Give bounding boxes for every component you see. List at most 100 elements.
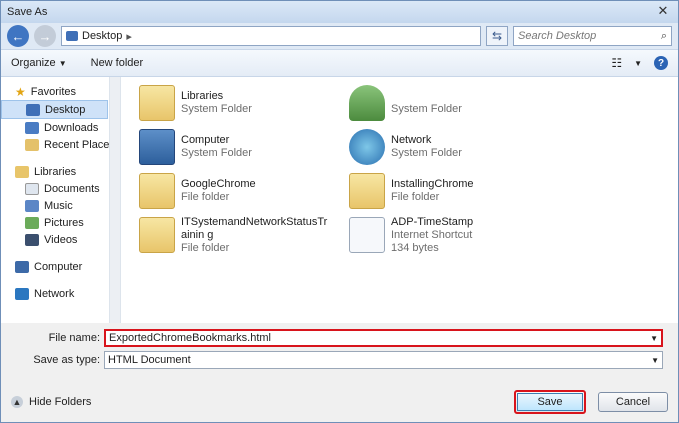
- sidebar-favorites[interactable]: ★ Favorites: [1, 83, 120, 100]
- file-type: Internet Shortcut: [391, 228, 473, 241]
- file-name-field[interactable]: ExportedChromeBookmarks.html ▼: [104, 329, 663, 347]
- folder-icon: [349, 173, 385, 209]
- file-item-googlechrome[interactable]: GoogleChrome File folder: [139, 169, 349, 213]
- sidebar-libraries[interactable]: Libraries: [1, 163, 120, 180]
- file-name: Libraries: [181, 90, 224, 102]
- file-type: System Folder: [391, 103, 462, 115]
- folder-icon: [139, 217, 175, 253]
- file-name: [391, 90, 462, 103]
- search-input[interactable]: Search Desktop ⌕: [513, 26, 672, 46]
- navigation-pane: ★ Favorites Desktop Downloads Recent Plac…: [1, 77, 121, 323]
- sidebar-item-label: Pictures: [44, 216, 84, 229]
- file-type: System Folder: [181, 103, 252, 115]
- save-button[interactable]: Save: [514, 390, 586, 414]
- chevron-up-icon: ▲: [11, 396, 23, 408]
- star-icon: ★: [15, 84, 26, 99]
- save-type-value: HTML Document: [108, 354, 191, 366]
- sidebar-computer[interactable]: Computer: [1, 258, 120, 275]
- chevron-down-icon[interactable]: ▼: [650, 334, 658, 343]
- file-item-computer[interactable]: Computer System Folder: [139, 125, 349, 169]
- file-name-label: File name:: [48, 332, 100, 344]
- organize-label: Organize: [11, 57, 56, 69]
- file-name: ADP-TimeStamp: [391, 215, 474, 228]
- file-item-itsystem[interactable]: ITSystemandNetworkStatusTrainin g File fo…: [139, 213, 349, 257]
- computer-icon: [139, 129, 175, 165]
- network-icon: [349, 129, 385, 165]
- file-name: ITSystemandNetworkStatusTrainin g: [181, 215, 328, 241]
- libraries-icon: [15, 165, 29, 178]
- sidebar-item-label: Documents: [44, 182, 100, 195]
- cancel-button[interactable]: Cancel: [598, 392, 668, 412]
- help-icon[interactable]: ?: [654, 56, 668, 70]
- sidebar-scrollbar[interactable]: [109, 77, 120, 323]
- libraries-icon: [139, 85, 175, 121]
- view-options-icon[interactable]: ☷: [611, 56, 622, 70]
- file-list: Libraries System Folder System Folder Com…: [121, 77, 678, 323]
- sidebar-favorites-label: Favorites: [30, 85, 77, 98]
- save-type-select[interactable]: HTML Document ▼: [104, 351, 663, 369]
- sidebar-item-label: Downloads: [44, 121, 99, 134]
- toolbar: Organize ▼ New folder ☷ ▼ ?: [1, 49, 678, 77]
- pictures-icon: [25, 216, 39, 229]
- sidebar-libraries-label: Libraries: [34, 165, 77, 178]
- refresh-button[interactable]: ⇆: [486, 26, 508, 46]
- close-button[interactable]: ✕: [653, 3, 673, 19]
- content-area: ★ Favorites Desktop Downloads Recent Plac…: [1, 77, 678, 323]
- breadcrumb-arrow-icon[interactable]: ▸: [126, 30, 132, 43]
- save-form: File name: ExportedChromeBookmarks.html …: [1, 323, 678, 371]
- file-item-user[interactable]: System Folder: [349, 81, 559, 125]
- downloads-icon: [25, 121, 39, 134]
- back-arrow-icon: ←: [11, 28, 25, 44]
- sidebar-item-downloads[interactable]: Downloads: [1, 119, 120, 136]
- save-label: Save: [537, 396, 563, 408]
- file-size: 134 bytes: [391, 241, 439, 254]
- file-type: File folder: [181, 191, 230, 203]
- forward-button[interactable]: →: [34, 25, 56, 47]
- file-name: GoogleChrome: [181, 178, 256, 190]
- recent-places-icon: [25, 138, 39, 151]
- view-dropdown-icon[interactable]: ▼: [634, 59, 642, 68]
- sidebar-network-label: Network: [34, 287, 75, 300]
- refresh-icon: ⇆: [491, 29, 503, 43]
- sidebar-item-recent-places[interactable]: Recent Places: [1, 136, 120, 153]
- desktop-icon: [66, 31, 78, 41]
- documents-icon: [25, 182, 39, 195]
- sidebar-network[interactable]: Network: [1, 285, 120, 302]
- new-folder-label: New folder: [90, 57, 144, 69]
- file-name: Network: [391, 134, 432, 146]
- search-icon: ⌕: [660, 29, 667, 42]
- folder-icon: [139, 173, 175, 209]
- organize-button[interactable]: Organize ▼: [11, 57, 67, 69]
- file-type: File folder: [391, 191, 440, 203]
- sidebar-item-pictures[interactable]: Pictures: [1, 214, 120, 231]
- address-location: Desktop: [82, 30, 123, 42]
- sidebar-computer-label: Computer: [34, 260, 83, 273]
- title-bar: Save As ✕: [1, 1, 678, 23]
- save-as-dialog: Save As ✕ ← → Desktop ▸ ⇆ Search Desktop…: [0, 0, 679, 423]
- sidebar-item-documents[interactable]: Documents: [1, 180, 120, 197]
- sidebar-item-desktop[interactable]: Desktop: [1, 100, 108, 119]
- file-item-installingchrome[interactable]: InstallingChrome File folder: [349, 169, 559, 213]
- file-item-network[interactable]: Network System Folder: [349, 125, 559, 169]
- hide-folders-button[interactable]: ▲ Hide Folders: [11, 396, 91, 408]
- file-type: File folder: [181, 241, 230, 254]
- back-button[interactable]: ←: [7, 25, 29, 47]
- file-item-libraries[interactable]: Libraries System Folder: [139, 81, 349, 125]
- window-title: Save As: [7, 6, 48, 18]
- sidebar-item-music[interactable]: Music: [1, 197, 120, 214]
- address-field[interactable]: Desktop ▸: [61, 26, 481, 46]
- cancel-label: Cancel: [615, 396, 651, 408]
- chevron-down-icon: ▼: [58, 59, 67, 68]
- new-folder-button[interactable]: New folder: [91, 57, 144, 69]
- file-name-value: ExportedChromeBookmarks.html: [109, 332, 272, 344]
- file-name: InstallingChrome: [391, 178, 474, 190]
- videos-icon: [25, 233, 39, 246]
- chevron-down-icon[interactable]: ▼: [651, 356, 659, 365]
- file-item-adp-timestamp[interactable]: ADP-TimeStamp Internet Shortcut 134 bytes: [349, 213, 559, 257]
- hide-folders-label: Hide Folders: [29, 396, 92, 408]
- sidebar-item-videos[interactable]: Videos: [1, 231, 120, 248]
- forward-arrow-icon: →: [38, 28, 52, 44]
- address-bar: ← → Desktop ▸ ⇆ Search Desktop ⌕: [1, 23, 678, 49]
- file-type: System Folder: [391, 147, 462, 159]
- network-icon: [15, 287, 29, 300]
